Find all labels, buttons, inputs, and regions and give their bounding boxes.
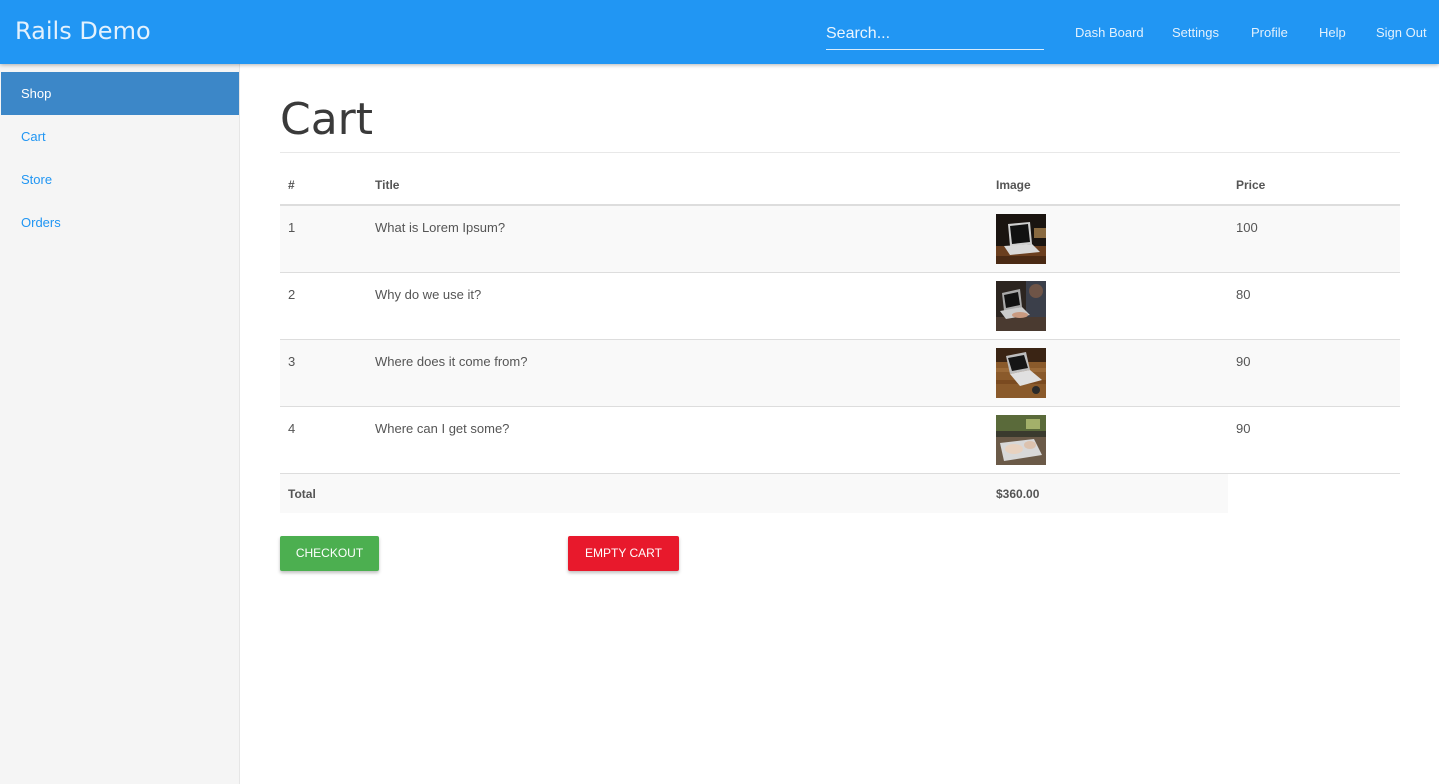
row-price: 80: [1236, 287, 1251, 302]
product-thumbnail: [996, 281, 1046, 331]
nav-link-sign-out[interactable]: Sign Out: [1376, 25, 1427, 40]
column-header-image: Image: [996, 178, 1031, 192]
table-row: 3 Where does it come from? 90: [280, 340, 1400, 407]
table-row: 1 What is Lorem Ipsum? 100: [280, 206, 1400, 273]
row-title: Where can I get some?: [375, 421, 510, 436]
nav-link-profile[interactable]: Profile: [1251, 25, 1288, 40]
row-price: 90: [1236, 421, 1251, 436]
total-value: $360.00: [996, 487, 1040, 501]
top-app-bar: Rails Demo Dash Board Settings Profile H…: [0, 0, 1439, 64]
column-header-price: Price: [1236, 178, 1266, 192]
total-row: Total $360.00: [280, 474, 1228, 513]
search-box[interactable]: [826, 20, 1044, 50]
sidebar-item-orders[interactable]: Orders: [1, 201, 239, 244]
sidebar-item-cart[interactable]: Cart: [1, 115, 239, 158]
nav-link-dashboard[interactable]: Dash Board: [1075, 25, 1144, 40]
title-divider: [280, 152, 1400, 153]
row-title: What is Lorem Ipsum?: [375, 220, 506, 235]
row-price: 100: [1236, 220, 1258, 235]
total-label: Total: [288, 487, 316, 501]
nav-link-help[interactable]: Help: [1319, 25, 1346, 40]
table-row: 2 Why do we use it? 80: [280, 273, 1400, 340]
search-input[interactable]: [826, 20, 1044, 48]
page-title: Cart: [280, 94, 374, 145]
row-title: Why do we use it?: [375, 287, 482, 302]
sidebar-item-store[interactable]: Store: [1, 158, 239, 201]
product-thumbnail: [996, 348, 1046, 398]
row-price: 90: [1236, 354, 1251, 369]
product-thumbnail: [996, 415, 1046, 465]
row-number: 4: [288, 421, 296, 436]
row-title: Where does it come from?: [375, 354, 528, 369]
sidebar-item-shop[interactable]: Shop: [1, 72, 239, 115]
column-header-number: #: [288, 178, 295, 192]
empty-cart-button[interactable]: EMPTY CART: [568, 536, 679, 571]
sidebar: Shop Cart Store Orders: [0, 64, 240, 784]
column-header-title: Title: [375, 178, 400, 192]
table-row: 4 Where can I get some? 90: [280, 407, 1400, 474]
row-number: 2: [288, 287, 296, 302]
row-number: 1: [288, 220, 296, 235]
product-thumbnail: [996, 214, 1046, 264]
nav-link-settings[interactable]: Settings: [1172, 25, 1219, 40]
checkout-button[interactable]: CHECKOUT: [280, 536, 379, 571]
brand-title[interactable]: Rails Demo: [15, 17, 151, 45]
row-number: 3: [288, 354, 296, 369]
